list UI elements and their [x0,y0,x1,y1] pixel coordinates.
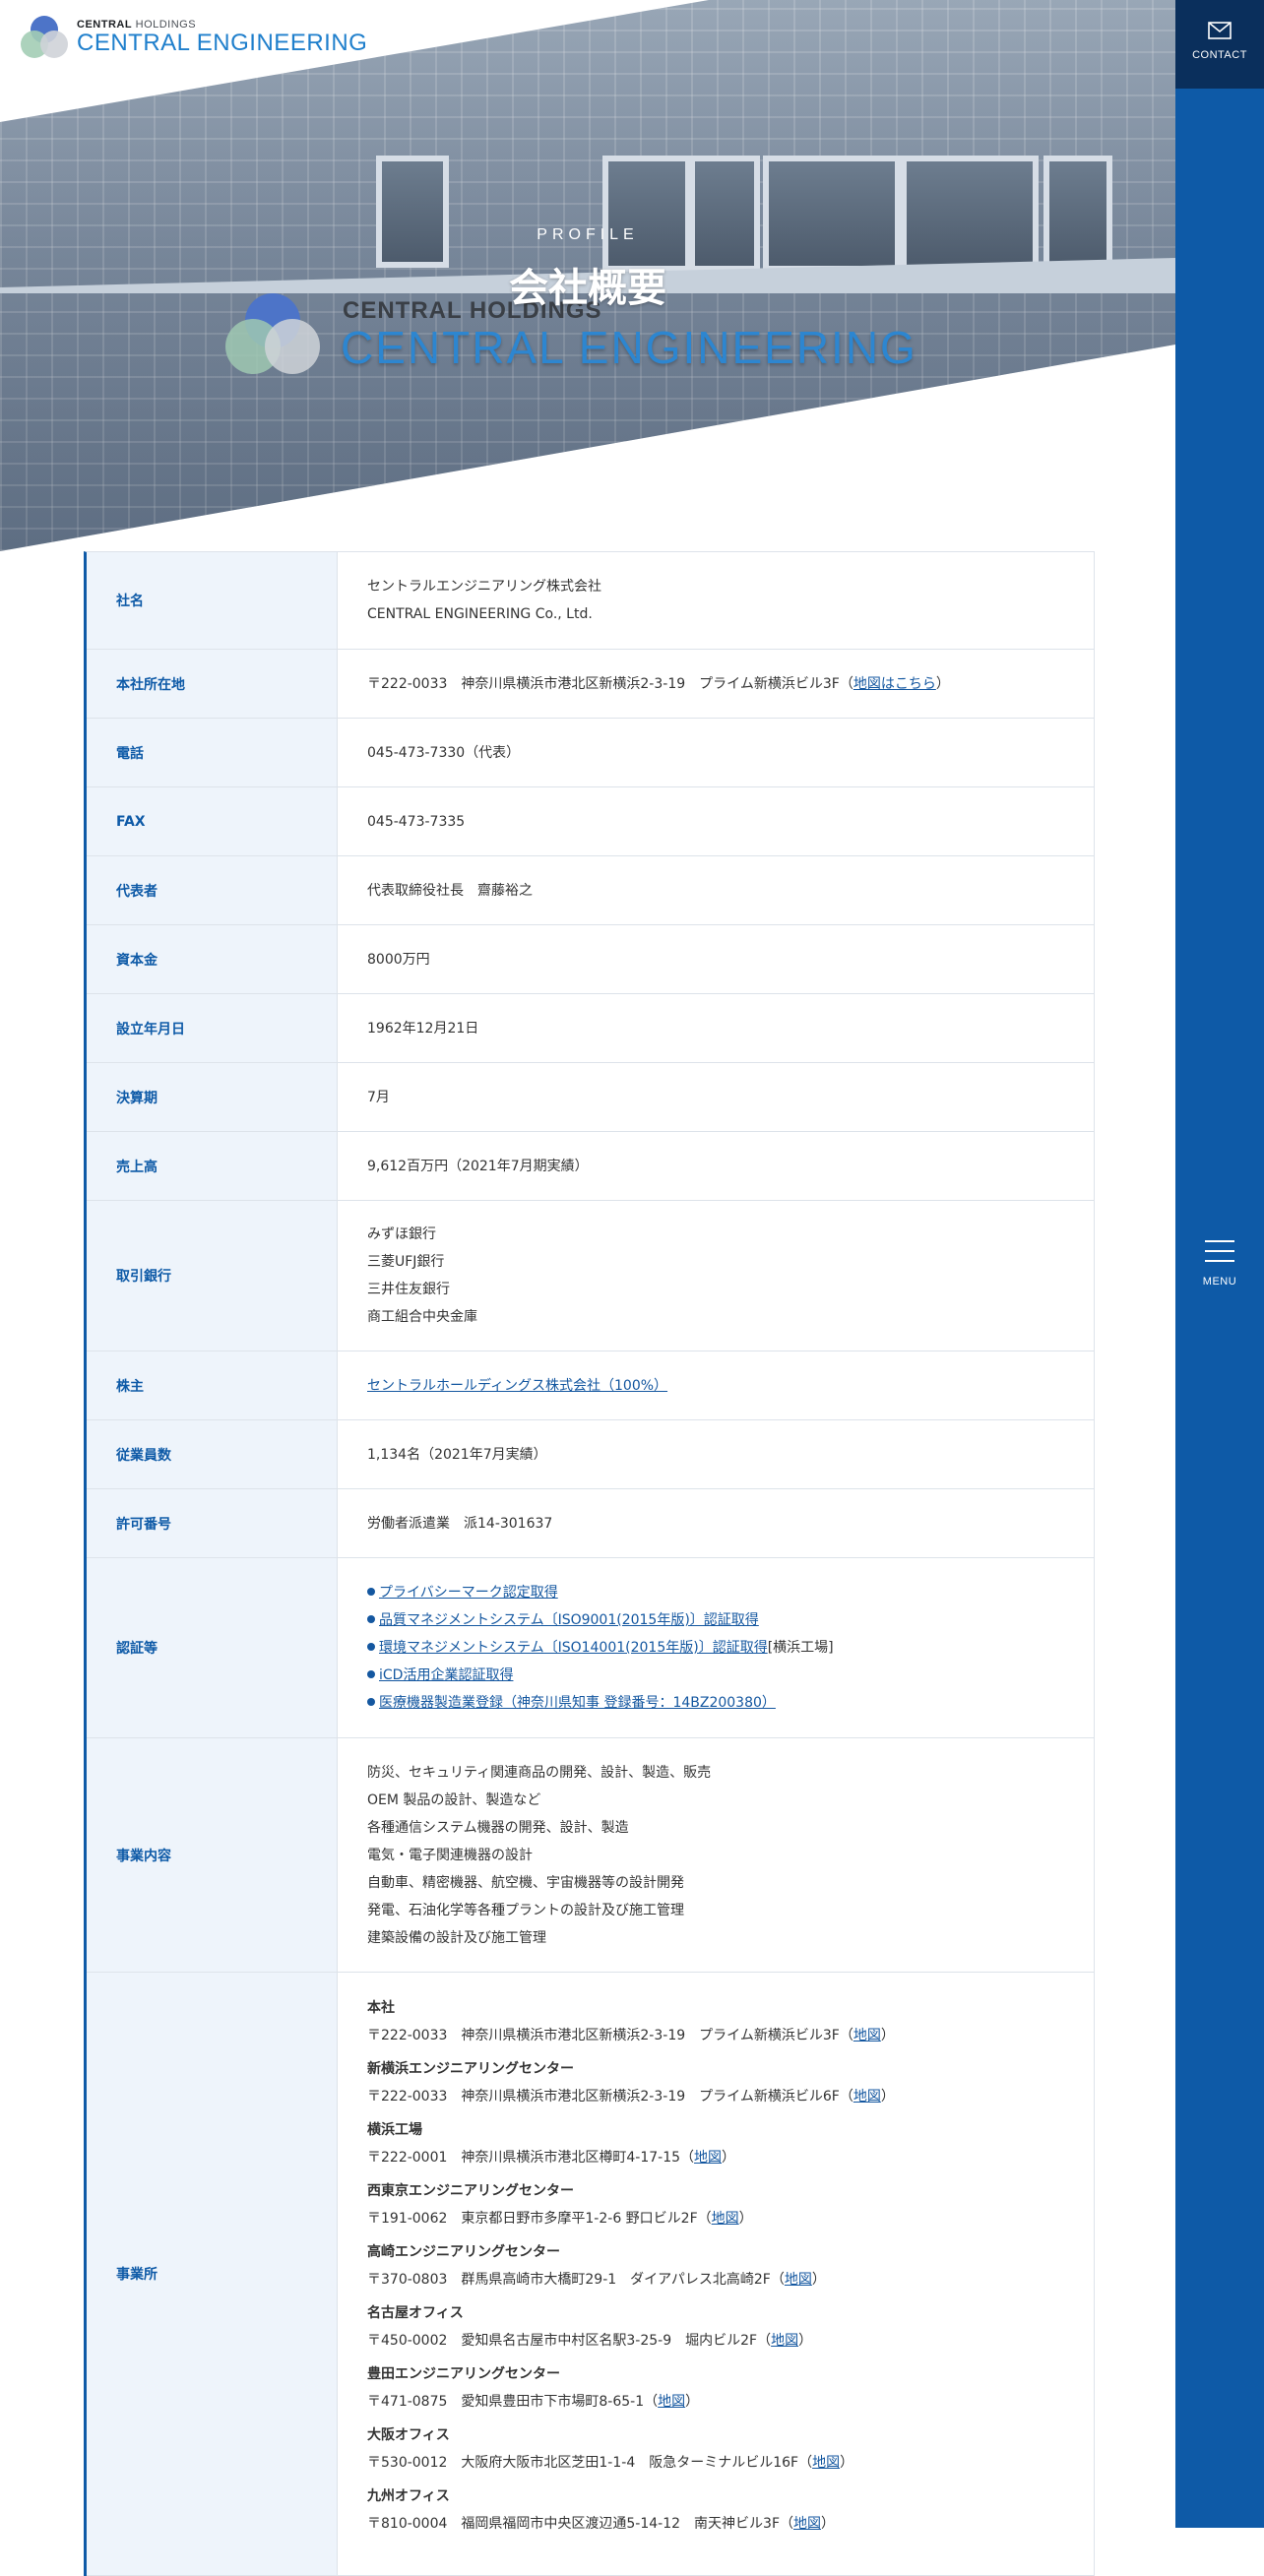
list-item: 環境マネジメントシステム〔ISO14001(2015年版)〕認証取得[横浜工場] [367,1634,1064,1662]
page-eyebrow: PROFILE [537,226,639,243]
table-row: 決算期 7月 [87,1063,1095,1132]
row-label: 資本金 [87,925,338,993]
row-value: 労働者派遣業 派14-301637 [367,1515,553,1532]
office-name: 高崎エンジニアリングセンター [367,2244,560,2260]
list-item: iCD活用企業認証取得 [367,1662,1064,1689]
table-row: 資本金 8000万円 [87,925,1095,994]
row-label: 株主 [87,1351,338,1419]
list-item: 品質マネジメントシステム〔ISO9001(2015年版)〕認証取得 [367,1606,1064,1634]
row-value: 1,134名（2021年7月実績） [367,1446,547,1463]
row-label: 社名 [87,552,338,649]
row-value: 045-473-7330（代表） [367,744,521,761]
office-name: 名古屋オフィス [367,2305,464,2321]
site-logo[interactable]: CENTRAL HOLDINGS CENTRAL ENGINEERING [20,14,367,61]
certification-link[interactable]: 医療機器製造業登録（神奈川県知事 登録番号：14BZ200380） [379,1695,776,1711]
building-sign-title: CENTRAL ENGINEERING [341,322,917,373]
building-window [901,156,1039,272]
row-value: セントラルエンジニアリング株式会社 CENTRAL ENGINEERING Co… [367,579,601,622]
office-map-link[interactable]: 地図 [658,2394,685,2410]
row-value: みずほ銀行 三菱UFJ銀行 三井住友銀行 商工組合中央金庫 [367,1226,477,1325]
row-label: 許可番号 [87,1489,338,1557]
list-item: 医療機器製造業登録（神奈川県知事 登録番号：14BZ200380） [367,1689,1064,1717]
table-row: 代表者 代表取締役社長 齋藤裕之 [87,856,1095,925]
table-row: 社名 セントラルエンジニアリング株式会社 CENTRAL ENGINEERING… [87,552,1095,650]
row-value: 8000万円 [367,951,430,968]
office-name: 九州オフィス [367,2488,450,2504]
row-value: 本社 〒222-0033 神奈川県横浜市港北区新横浜2-3-19 プライム新横浜… [338,1973,1094,2575]
menu-button[interactable]: MENU [1175,1236,1264,1295]
row-value: 7月 [367,1089,390,1105]
certification-link[interactable]: 品質マネジメントシステム〔ISO9001(2015年版)〕認証取得 [379,1612,759,1628]
row-label: 売上高 [87,1132,338,1200]
row-label: 本社所在地 [87,650,338,718]
building-window [602,156,691,272]
table-row: 電話 045-473-7330（代表） [87,719,1095,787]
row-value: 代表取締役社長 齋藤裕之 [367,882,533,899]
company-profile-table: 社名 セントラルエンジニアリング株式会社 CENTRAL ENGINEERING… [84,551,1095,2576]
row-value: セントラルホールディングス株式会社（100%） [338,1351,1094,1419]
row-label: 代表者 [87,856,338,924]
row-value: プライバシーマーク認定取得 品質マネジメントシステム〔ISO9001(2015年… [338,1558,1094,1737]
row-label: 従業員数 [87,1420,338,1488]
hero-banner: CENTRAL HOLDINGS CENTRAL ENGINEERING PRO… [0,0,1175,551]
row-label: 電話 [87,719,338,786]
table-row: 本社所在地 〒222-0033 神奈川県横浜市港北区新横浜2-3-19 プライム… [87,650,1095,719]
row-label: 事業内容 [87,1738,338,1972]
row-label: 事業所 [87,1973,338,2575]
menu-label: MENU [1202,1276,1237,1288]
row-value: 1962年12月21日 [367,1020,479,1037]
row-label: 決算期 [87,1063,338,1131]
contact-label: CONTACT [1192,49,1247,61]
certification-link[interactable]: プライバシーマーク認定取得 [379,1585,558,1601]
row-value: 045-473-7335 [367,813,466,830]
row-value: 〒222-0033 神奈川県横浜市港北区新横浜2-3-19 プライム新横浜ビル3… [367,675,950,692]
table-row: 設立年月日 1962年12月21日 [87,994,1095,1063]
office-map-link[interactable]: 地図 [793,2516,821,2532]
page-title: 会社概要 [509,266,666,311]
table-row: 売上高 9,612百万円（2021年7月期実績） [87,1132,1095,1201]
shareholder-link[interactable]: セントラルホールディングス株式会社（100%） [367,1372,667,1400]
row-label: FAX [87,787,338,855]
office-name: 新横浜エンジニアリングセンター [367,2061,574,2077]
table-row: FAX 045-473-7335 [87,787,1095,856]
table-row: 事業所 本社 〒222-0033 神奈川県横浜市港北区新横浜2-3-19 プライ… [87,1973,1095,2576]
hq-map-link[interactable]: 地図はこちら [853,676,936,692]
logo-mark-icon [21,16,68,58]
row-value: 9,612百万円（2021年7月期実績） [367,1158,589,1174]
table-row: 従業員数 1,134名（2021年7月実績） [87,1420,1095,1489]
mail-icon [1208,22,1232,39]
office-name: 横浜工場 [367,2122,422,2138]
office-map-link[interactable]: 地図 [853,2089,881,2105]
office-map-link[interactable]: 地図 [853,2028,881,2043]
contact-button[interactable]: CONTACT [1175,0,1264,89]
certification-link[interactable]: iCD活用企業認証取得 [379,1667,513,1683]
building-window [689,156,760,272]
table-row: 株主 セントラルホールディングス株式会社（100%） [87,1351,1095,1420]
logo-name: CENTRAL ENGINEERING [77,30,368,56]
list-item: プライバシーマーク認定取得 [367,1579,1064,1606]
building-window [1043,156,1112,272]
table-row: 事業内容 防災、セキュリティ関連商品の開発、設計、製造、販売 OEM 製品の設計… [87,1738,1095,1973]
table-row: 許可番号 労働者派遣業 派14-301637 [87,1489,1095,1558]
certification-link[interactable]: 環境マネジメントシステム〔ISO14001(2015年版)〕認証取得 [379,1640,768,1656]
row-label: 認証等 [87,1558,338,1737]
office-map-link[interactable]: 地図 [785,2272,812,2288]
office-name: 本社 [367,2000,395,2016]
table-row: 取引銀行 みずほ銀行 三菱UFJ銀行 三井住友銀行 商工組合中央金庫 [87,1201,1095,1351]
office-name: 西東京エンジニアリングセンター [367,2183,574,2199]
office-map-link[interactable]: 地図 [694,2150,722,2166]
table-row: 認証等 プライバシーマーク認定取得 品質マネジメントシステム〔ISO9001(2… [87,1558,1095,1738]
sidebar: CONTACT MENU [1175,0,1264,2528]
building-window [763,156,901,272]
office-map-link[interactable]: 地図 [712,2211,739,2227]
row-label: 取引銀行 [87,1201,338,1351]
office-map-link[interactable]: 地図 [771,2333,798,2349]
menu-icon [1205,1240,1234,1242]
office-name: 豊田エンジニアリングセンター [367,2366,560,2382]
office-map-link[interactable]: 地図 [812,2455,840,2471]
row-label: 設立年月日 [87,994,338,1062]
row-value: 防災、セキュリティ関連商品の開発、設計、製造、販売 OEM 製品の設計、製造など… [367,1764,712,1946]
office-name: 大阪オフィス [367,2427,450,2443]
building-window [376,156,449,268]
